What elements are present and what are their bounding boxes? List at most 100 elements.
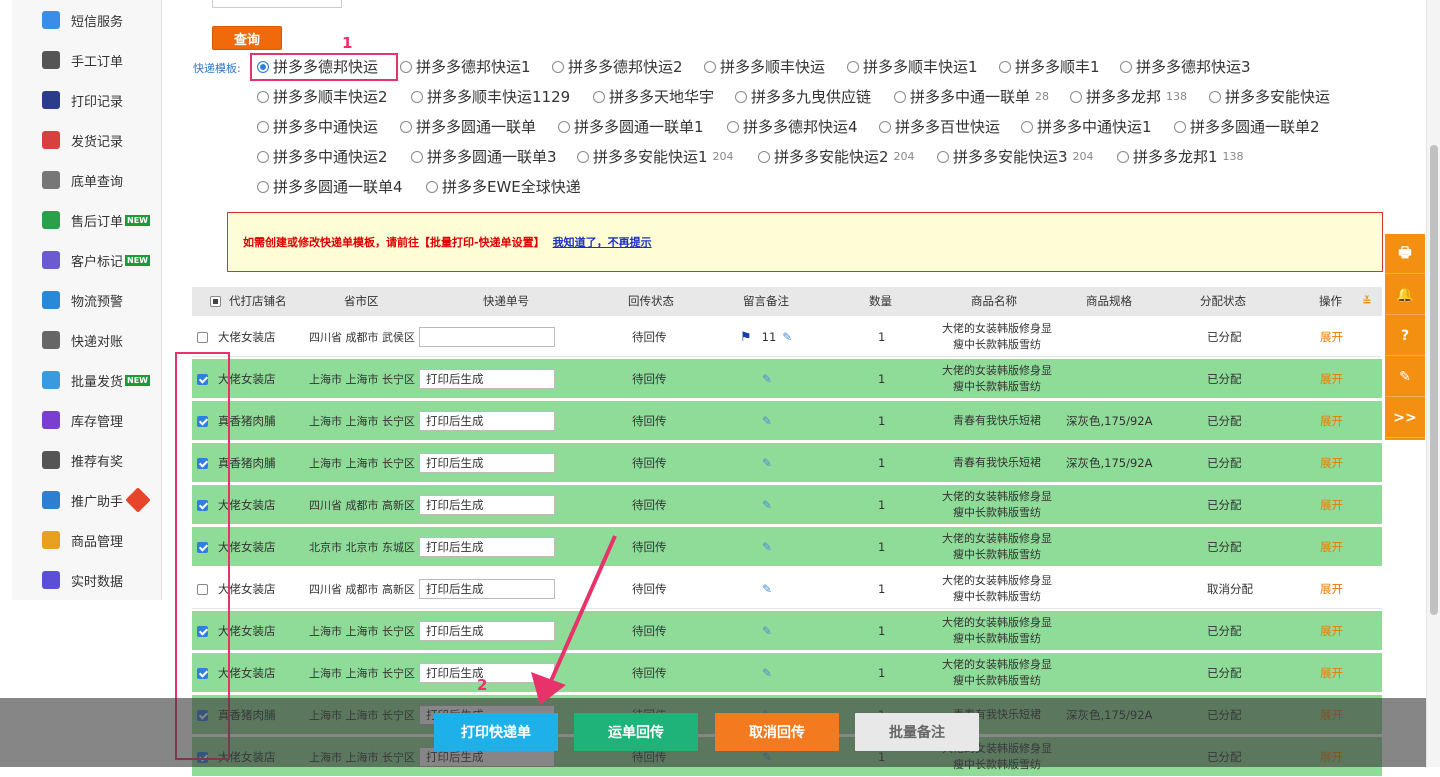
batch-note-button[interactable]: 批量备注 xyxy=(855,713,979,751)
radio-button[interactable] xyxy=(257,120,269,133)
sidebar-item[interactable]: 推荐有奖 xyxy=(12,440,162,480)
expand-link[interactable]: 展开 xyxy=(1320,569,1343,609)
template-option[interactable]: 拼多多中通快运 xyxy=(257,116,378,137)
waybill-input[interactable] xyxy=(419,327,555,347)
waybill-input[interactable]: 打印后生成 xyxy=(419,453,555,473)
sidebar-item[interactable]: 商品管理 xyxy=(12,520,162,560)
remark-cell[interactable]: ✎ xyxy=(762,443,772,483)
template-option[interactable]: 拼多多圆通一联单3 xyxy=(411,146,557,167)
edit-pencil-icon[interactable]: ✎ xyxy=(762,415,772,427)
template-option[interactable]: 拼多多中通一联单 28 xyxy=(894,86,1049,107)
help-icon[interactable]: ? xyxy=(1385,316,1425,356)
radio-button[interactable] xyxy=(558,120,570,133)
expand-link[interactable]: 展开 xyxy=(1320,359,1343,399)
template-option[interactable]: 拼多多圆通一联单1 xyxy=(558,116,704,137)
radio-button[interactable] xyxy=(1070,90,1082,103)
edit-pencil-icon[interactable]: ✎ xyxy=(762,373,772,385)
sidebar-item[interactable]: 物流预警 xyxy=(12,280,162,320)
radio-button[interactable] xyxy=(257,150,269,163)
edit-pencil-icon[interactable]: ✎ xyxy=(762,583,772,595)
radio-button[interactable] xyxy=(704,60,716,73)
radio-button[interactable] xyxy=(411,150,423,163)
sidebar-item[interactable]: 批量发货 NEW xyxy=(12,360,162,400)
table-row[interactable]: 大佬女装店 四川省 成都市 高新区 打印后生成 待回传 ✎ 1 大佬的女装韩版修身显瘦中长款… xyxy=(192,569,1382,609)
remark-cell[interactable]: ✎ xyxy=(762,569,772,609)
waybill-return-button[interactable]: 运单回传 xyxy=(574,713,698,751)
waybill-input[interactable]: 打印后生成 xyxy=(419,579,555,599)
table-row[interactable]: 真香猪肉脯上海市 上海市 长宁区打印后生成待回传✎1青春有我快乐短裙深灰色,17… xyxy=(192,443,1382,483)
edit-icon[interactable]: ✎ xyxy=(1385,357,1425,397)
expand-arrows-icon[interactable]: >> xyxy=(1385,398,1425,438)
template-option[interactable]: 拼多多圆通一联单2 xyxy=(1174,116,1320,137)
template-option[interactable]: 拼多多顺丰快运2 xyxy=(257,86,388,107)
radio-button[interactable] xyxy=(577,150,589,163)
edit-pencil-icon[interactable]: ✎ xyxy=(762,499,772,511)
template-option[interactable]: 拼多多顺丰快运1 xyxy=(847,56,978,77)
remark-cell[interactable]: ✎ xyxy=(762,653,772,693)
notice-dismiss-link[interactable]: 我知道了，不再提示 xyxy=(553,234,652,250)
waybill-input[interactable]: 打印后生成 xyxy=(419,537,555,557)
remark-cell[interactable]: ✎ xyxy=(762,527,772,567)
collapse-chevron-icon[interactable]: ≚ xyxy=(1362,287,1372,316)
radio-button[interactable] xyxy=(426,180,438,193)
radio-button[interactable] xyxy=(1174,120,1186,133)
remark-cell[interactable]: ✎ xyxy=(762,359,772,399)
template-option[interactable]: 拼多多龙邦 138 xyxy=(1070,86,1187,107)
sidebar-item[interactable]: 推广助手 xyxy=(12,480,162,520)
waybill-input[interactable]: 打印后生成 xyxy=(419,369,555,389)
remark-cell[interactable]: ✎ xyxy=(762,485,772,525)
edit-pencil-icon[interactable]: ✎ xyxy=(762,625,772,637)
table-row[interactable]: 大佬女装店 四川省 成都市 高新区 打印后生成 待回传 ✎ 1 大佬的女装韩版修身显瘦中长款… xyxy=(192,485,1382,525)
template-option[interactable]: 拼多多天地华宇 xyxy=(593,86,714,107)
remark-cell[interactable]: ⚑ 11 ✎ xyxy=(740,317,792,357)
radio-button[interactable] xyxy=(257,180,269,193)
radio-button[interactable] xyxy=(400,120,412,133)
table-row[interactable]: 大佬女装店上海市 上海市 长宁区打印后生成待回传✎1大佬的女装韩版修身显瘦中长款… xyxy=(192,359,1382,399)
expand-link[interactable]: 展开 xyxy=(1320,527,1343,567)
template-option[interactable]: 拼多多安能快运3 204 xyxy=(937,146,1094,167)
table-row[interactable]: 大佬女装店 北京市 北京市 东城区 打印后生成 待回传 ✎ 1 大佬的女装韩版修身显瘦中长款… xyxy=(192,527,1382,567)
edit-pencil-icon[interactable]: ✎ xyxy=(782,331,792,343)
expand-link[interactable]: 展开 xyxy=(1320,611,1343,651)
row-checkbox[interactable] xyxy=(197,332,208,343)
radio-button[interactable] xyxy=(1120,60,1132,73)
radio-button[interactable] xyxy=(257,90,269,103)
cancel-return-button[interactable]: 取消回传 xyxy=(715,713,839,751)
edit-pencil-icon[interactable]: ✎ xyxy=(762,667,772,679)
sidebar-item[interactable]: 底单查询 xyxy=(12,160,162,200)
sidebar-item[interactable]: 短信服务 xyxy=(12,0,162,40)
sidebar-item[interactable]: 快递对账 xyxy=(12,320,162,360)
template-option[interactable]: 拼多多EWE全球快递 xyxy=(426,176,581,197)
expand-link[interactable]: 展开 xyxy=(1320,485,1343,525)
template-option[interactable]: 拼多多安能快运 xyxy=(1209,86,1330,107)
radio-button[interactable] xyxy=(727,120,739,133)
table-row[interactable]: 大佬女装店 四川省 成都市 武侯区 待回传 ⚑ 11 ✎ 1 大佬的女装韩版修身显瘦中长款韩版… xyxy=(192,317,1382,357)
bell-icon[interactable]: 🔔 xyxy=(1385,275,1425,315)
expand-link[interactable]: 展开 xyxy=(1320,401,1343,441)
template-option[interactable]: 拼多多安能快运1 204 xyxy=(577,146,734,167)
radio-button[interactable] xyxy=(411,90,423,103)
sidebar-item[interactable]: 发货记录 xyxy=(12,120,162,160)
scrollbar-thumb[interactable] xyxy=(1430,145,1438,615)
radio-button[interactable] xyxy=(1117,150,1129,163)
template-option[interactable]: 拼多多顺丰快运 xyxy=(704,56,825,77)
template-option[interactable]: 拼多多德邦快运2 xyxy=(552,56,683,77)
remark-cell[interactable]: ✎ xyxy=(762,401,772,441)
search-input[interactable] xyxy=(212,0,342,8)
radio-button[interactable] xyxy=(999,60,1011,73)
radio-button[interactable] xyxy=(735,90,747,103)
radio-button[interactable] xyxy=(847,60,859,73)
radio-button[interactable] xyxy=(879,120,891,133)
template-option[interactable]: 拼多多九曳供应链 xyxy=(735,86,871,107)
sidebar-item[interactable]: 打印记录 xyxy=(12,80,162,120)
scrollbar[interactable] xyxy=(1426,0,1440,767)
sidebar-item[interactable]: 实时数据 xyxy=(12,560,162,600)
sidebar-item[interactable]: 售后订单 NEW xyxy=(12,200,162,240)
template-option[interactable]: 拼多多中通快运1 xyxy=(1021,116,1152,137)
waybill-input[interactable]: 打印后生成 xyxy=(419,495,555,515)
radio-button[interactable] xyxy=(552,60,564,73)
template-option[interactable]: 拼多多圆通一联单4 xyxy=(257,176,403,197)
template-option[interactable]: 拼多多顺丰1 xyxy=(999,56,1100,77)
sidebar-item[interactable]: 客户标记 NEW xyxy=(12,240,162,280)
query-button[interactable]: 查询 xyxy=(212,26,282,50)
